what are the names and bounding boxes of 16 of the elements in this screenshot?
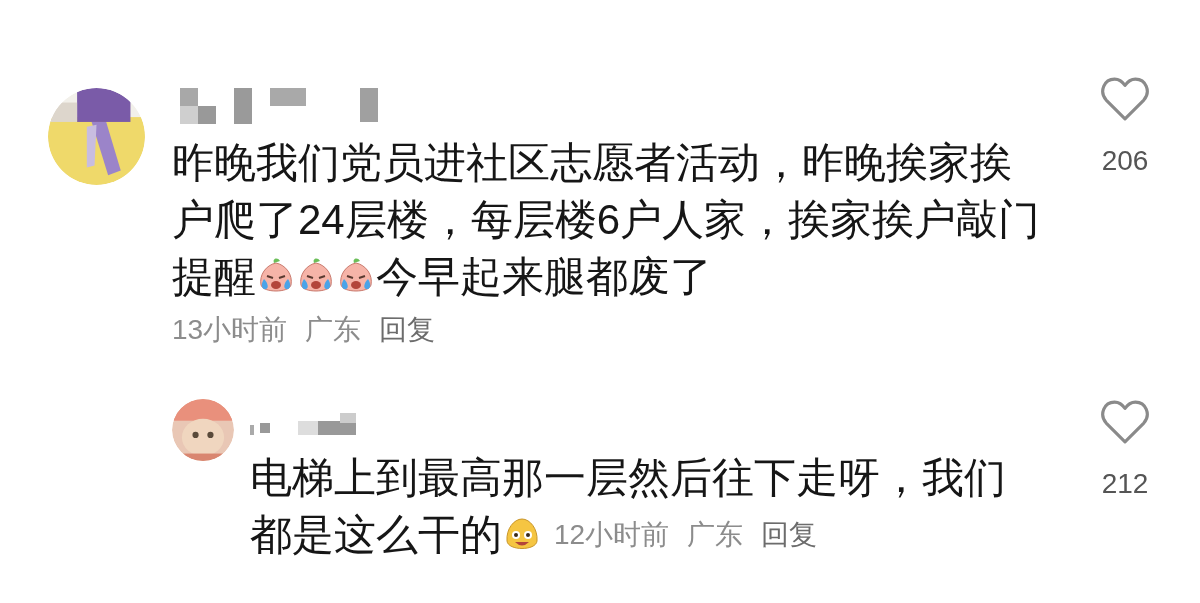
heart-icon[interactable]: [1099, 76, 1151, 122]
comment-text: 提醒: [172, 252, 256, 302]
heart-icon[interactable]: [1099, 399, 1151, 445]
timestamp: 13小时前: [172, 313, 288, 347]
like-count: 212: [1101, 467, 1149, 501]
comment-text: 电梯上到最高那一层然后往下走呀，我们: [250, 453, 1006, 503]
comment-text: 今早起来腿都废了: [376, 252, 712, 302]
comment-text: 昨晚我们党员进社区志愿者活动，昨晚挨家挨: [172, 138, 1012, 188]
comment-text: 户爬了24层楼，每层楼6户人家，挨家挨户敲门: [172, 195, 1041, 245]
comment-text: 都是这么干的: [250, 510, 502, 560]
reply-link[interactable]: 回复: [379, 309, 436, 351]
reply-link[interactable]: 回复: [761, 520, 818, 549]
location-label: 广东: [305, 313, 362, 347]
timestamp: 12小时前: [554, 520, 670, 549]
like-count: 206: [1101, 144, 1149, 178]
location-label: 广东: [687, 520, 744, 549]
